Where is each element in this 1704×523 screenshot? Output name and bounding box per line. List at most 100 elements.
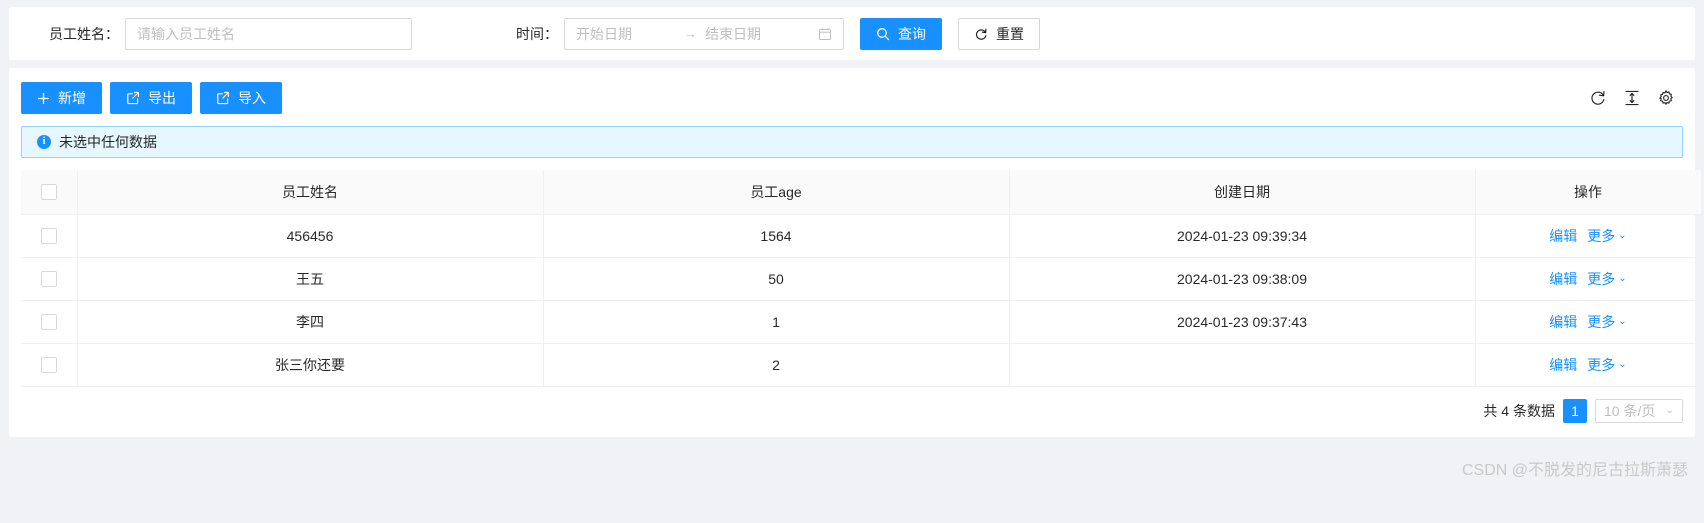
chevron-down-icon: ⌄ bbox=[1618, 273, 1627, 284]
cell-operation: 编辑 更多 ⌄ bbox=[1475, 300, 1701, 344]
date-range-picker[interactable]: → bbox=[564, 17, 844, 50]
more-link[interactable]: 更多 ⌄ bbox=[1587, 269, 1626, 289]
edit-link[interactable]: 编辑 bbox=[1549, 312, 1577, 332]
cell-name: 王五 bbox=[77, 257, 543, 301]
employee-name-input[interactable] bbox=[125, 17, 412, 50]
more-link-label: 更多 bbox=[1587, 313, 1616, 330]
info-circle-icon: i bbox=[37, 135, 51, 149]
selection-alert-text: 未选中任何数据 bbox=[59, 134, 157, 150]
watermark: CSDN @不脱发的尼古拉斯萧瑟 bbox=[1461, 462, 1688, 479]
start-date-input[interactable] bbox=[576, 25, 676, 42]
add-button[interactable]: 新增 bbox=[21, 82, 102, 114]
reset-button-label: 重置 bbox=[996, 25, 1024, 42]
plus-icon bbox=[37, 92, 50, 105]
export-button-label: 导出 bbox=[148, 90, 176, 106]
column-header-name[interactable]: 员工姓名 bbox=[77, 170, 543, 215]
selection-alert: i 未选中任何数据 bbox=[21, 126, 1683, 158]
chevron-down-icon: ⌄ bbox=[1618, 316, 1627, 327]
more-link[interactable]: 更多 ⌄ bbox=[1587, 226, 1626, 246]
row-select-cell bbox=[21, 214, 77, 258]
cell-age: 50 bbox=[543, 257, 1009, 301]
cell-date: 2024-01-23 09:38:09 bbox=[1009, 257, 1475, 301]
pagination: 共 4 条数据 1 10 条/页 ⌄ bbox=[9, 387, 1695, 437]
pagination-total: 共 4 条数据 bbox=[1483, 402, 1555, 419]
row-checkbox[interactable] bbox=[41, 357, 57, 374]
cell-date: 2024-01-23 09:37:43 bbox=[1009, 300, 1475, 344]
import-button-label: 导入 bbox=[238, 90, 266, 106]
cell-name: 张三你还要 bbox=[77, 343, 543, 387]
end-date-input[interactable] bbox=[705, 25, 805, 42]
row-action-links: 编辑 更多 ⌄ bbox=[1483, 355, 1693, 375]
pagination-page-1[interactable]: 1 bbox=[1563, 398, 1587, 423]
table-header-row: 员工姓名 员工age 创建日期 操作 bbox=[21, 170, 1701, 215]
table-body: 456456 1564 2024-01-23 09:39:34 编辑 更多 ⌄ bbox=[21, 214, 1701, 387]
import-icon bbox=[216, 91, 230, 105]
search-filter-bar: 员工姓名： 时间： → 查询 bbox=[9, 7, 1695, 60]
cell-operation: 编辑 更多 ⌄ bbox=[1475, 257, 1701, 301]
cell-operation: 编辑 更多 ⌄ bbox=[1475, 214, 1701, 258]
cell-age: 1564 bbox=[543, 214, 1009, 258]
reload-icon[interactable] bbox=[1589, 89, 1607, 107]
reset-button[interactable]: 重置 bbox=[958, 17, 1040, 50]
column-header-date[interactable]: 创建日期 bbox=[1009, 170, 1475, 215]
edit-link[interactable]: 编辑 bbox=[1549, 269, 1577, 289]
chevron-down-icon: ⌄ bbox=[1618, 230, 1627, 241]
cell-age: 2 bbox=[543, 343, 1009, 387]
column-header-age[interactable]: 员工age bbox=[543, 170, 1009, 215]
more-link[interactable]: 更多 ⌄ bbox=[1587, 312, 1626, 332]
table-tool-icons bbox=[1589, 89, 1683, 107]
table-row[interactable]: 李四 1 2024-01-23 09:37:43 编辑 更多 ⌄ bbox=[21, 300, 1701, 344]
employee-table: 员工姓名 员工age 创建日期 操作 456456 1564 2024-01-2… bbox=[21, 170, 1701, 387]
time-label: 时间： bbox=[516, 25, 558, 42]
reload-icon bbox=[974, 27, 988, 41]
time-range-field-group: 时间： → bbox=[516, 17, 844, 50]
more-link-label: 更多 bbox=[1587, 227, 1616, 244]
row-select-cell bbox=[21, 300, 77, 344]
row-action-links: 编辑 更多 ⌄ bbox=[1483, 226, 1693, 246]
edit-link[interactable]: 编辑 bbox=[1549, 355, 1577, 375]
page-size-select[interactable]: 10 条/页 ⌄ bbox=[1595, 398, 1683, 423]
select-all-checkbox[interactable] bbox=[41, 184, 57, 201]
cell-name: 456456 bbox=[77, 214, 543, 258]
column-header-operation: 操作 bbox=[1475, 170, 1701, 215]
table-action-bar: 新增 导出 导入 bbox=[9, 68, 1695, 126]
table-row[interactable]: 张三你还要 2 编辑 更多 ⌄ bbox=[21, 343, 1701, 387]
cell-date bbox=[1009, 343, 1475, 387]
data-table-card: 新增 导出 导入 i 未选中任何数据 员工姓名 员工age 创建日期 操作 45… bbox=[9, 68, 1701, 437]
query-button-label: 查询 bbox=[898, 25, 926, 42]
more-link-label: 更多 bbox=[1587, 270, 1616, 287]
more-link-label: 更多 bbox=[1587, 356, 1616, 373]
chevron-down-icon: ⌄ bbox=[1618, 359, 1627, 370]
import-button[interactable]: 导入 bbox=[200, 82, 282, 114]
edit-link[interactable]: 编辑 bbox=[1549, 226, 1577, 246]
row-select-cell bbox=[21, 343, 77, 387]
search-icon bbox=[876, 27, 890, 41]
row-select-cell bbox=[21, 257, 77, 301]
cell-operation: 编辑 更多 ⌄ bbox=[1475, 343, 1701, 387]
row-action-links: 编辑 更多 ⌄ bbox=[1483, 312, 1693, 332]
query-button[interactable]: 查询 bbox=[860, 17, 942, 50]
cell-date: 2024-01-23 09:39:34 bbox=[1009, 214, 1475, 258]
cell-name: 李四 bbox=[77, 300, 543, 344]
row-checkbox[interactable] bbox=[41, 271, 57, 288]
select-all-header bbox=[21, 170, 77, 215]
column-height-icon[interactable] bbox=[1623, 89, 1641, 107]
row-checkbox[interactable] bbox=[41, 228, 57, 245]
export-button[interactable]: 导出 bbox=[110, 82, 192, 114]
export-icon bbox=[126, 91, 140, 105]
row-action-links: 编辑 更多 ⌄ bbox=[1483, 269, 1693, 289]
table-row[interactable]: 456456 1564 2024-01-23 09:39:34 编辑 更多 ⌄ bbox=[21, 214, 1701, 258]
table-row[interactable]: 王五 50 2024-01-23 09:38:09 编辑 更多 ⌄ bbox=[21, 257, 1701, 301]
employee-name-field-group: 员工姓名： bbox=[49, 17, 412, 50]
cell-age: 1 bbox=[543, 300, 1009, 344]
add-button-label: 新增 bbox=[58, 90, 86, 106]
row-checkbox[interactable] bbox=[41, 314, 57, 331]
range-separator-icon: → bbox=[684, 26, 697, 41]
more-link[interactable]: 更多 ⌄ bbox=[1587, 355, 1626, 375]
page-size-label: 10 条/页 bbox=[1604, 402, 1656, 419]
calendar-icon bbox=[818, 27, 832, 41]
table-head: 员工姓名 员工age 创建日期 操作 bbox=[21, 170, 1701, 215]
chevron-down-icon: ⌄ bbox=[1665, 405, 1674, 416]
employee-name-label: 员工姓名： bbox=[49, 25, 119, 42]
setting-icon[interactable] bbox=[1657, 89, 1675, 107]
